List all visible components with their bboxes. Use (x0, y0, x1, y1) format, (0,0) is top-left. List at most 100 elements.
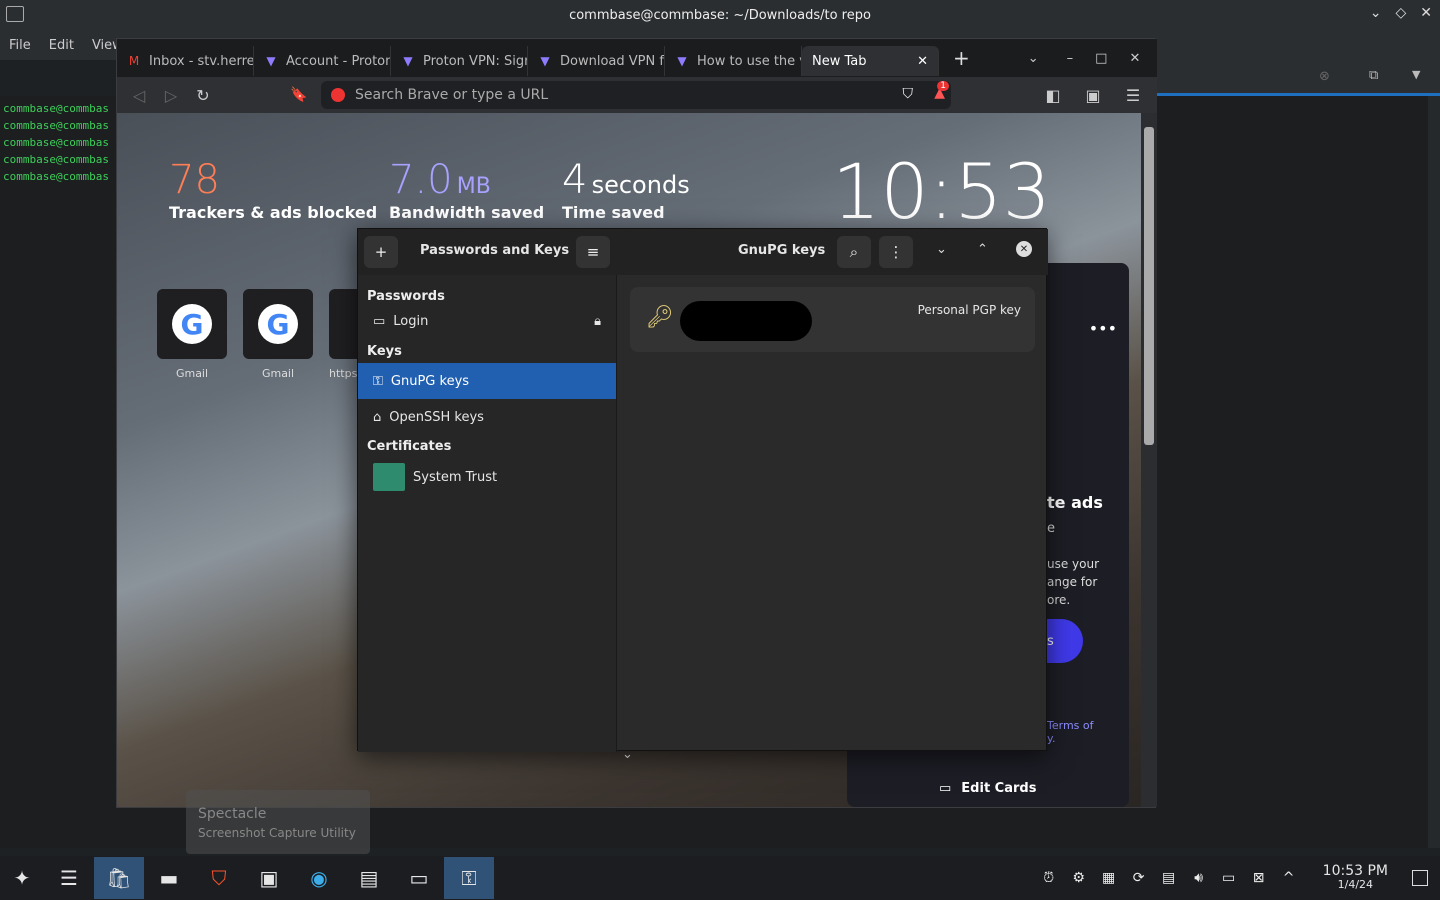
url-bar[interactable]: Search Brave or type a URL ⛉ ▲ 1 (321, 81, 951, 109)
clipboard-icon[interactable]: ▦ (1099, 868, 1119, 888)
update-icon[interactable]: ⟳ (1129, 868, 1149, 888)
menu-icon[interactable]: ☰ (1117, 81, 1149, 109)
notes-tray-icon[interactable]: ▤ (1159, 868, 1179, 888)
minimize-icon[interactable]: ⌄ (1370, 5, 1382, 21)
proton-icon: ▼ (540, 54, 550, 68)
menu-file[interactable]: File (9, 38, 31, 53)
top-site[interactable]: G Gmail (243, 289, 313, 380)
terminal-icon[interactable]: ▭ (394, 857, 444, 899)
menu-edit[interactable]: Edit (49, 38, 74, 53)
new-tab-icon[interactable]: ⧉ (1369, 68, 1378, 83)
maximize-icon[interactable]: □ (1095, 51, 1107, 66)
key-icon: ⚿ (373, 373, 383, 389)
tab-new-tab[interactable]: New Tab ✕ (802, 46, 939, 76)
tab-proton-vpn[interactable]: ▼ Proton VPN: Sign (391, 46, 528, 76)
scroll-thumb[interactable] (1144, 127, 1154, 445)
window-title: commbase@commbase: ~/Downloads/to repo (569, 7, 871, 23)
task-manager-icon[interactable]: ☰ (44, 857, 94, 899)
gmail-icon: M (128, 54, 140, 68)
folder-icon: ▭ (373, 313, 386, 329)
file-manager-icon[interactable]: ▬ (144, 857, 194, 899)
expand-tray-icon[interactable]: ^ (1279, 868, 1299, 888)
new-tab-button[interactable]: + (953, 46, 970, 70)
tab-proton-account[interactable]: ▼ Account - Proton (254, 46, 391, 76)
notes-icon[interactable]: ▤ (344, 857, 394, 899)
stat-bandwidth: 7.0 MB Bandwidth saved (389, 157, 545, 222)
dropdown-icon[interactable]: ▼ (1412, 68, 1420, 81)
key-icon: 🔑︎ (646, 305, 674, 330)
top-site[interactable]: G Gmail (157, 289, 227, 380)
ntp-clock: 10:53 (831, 147, 1051, 236)
show-desktop-icon[interactable] (1412, 870, 1428, 886)
hamburger-menu-icon[interactable]: ≡ (576, 236, 610, 268)
proton-icon: ▼ (677, 54, 687, 68)
terminal-tabbar: ⊗ ⧉ ▼ (1155, 60, 1440, 96)
alarm-icon[interactable]: ⏰︎ (1039, 868, 1059, 888)
kebab-menu-icon[interactable]: ⋮ (879, 236, 913, 268)
add-button[interactable]: + (364, 236, 398, 268)
sidebar-item-system-trust[interactable]: System Trust (358, 454, 616, 500)
close-icon[interactable]: ✕ (1129, 51, 1140, 66)
discover-icon[interactable]: 🛍︎ (94, 857, 144, 899)
reload-icon[interactable]: ↻ (187, 81, 219, 109)
bookmark-icon[interactable]: 🔖 (283, 81, 315, 109)
tab-how-to[interactable]: ▼ How to use the v (665, 46, 802, 76)
tab-search-icon[interactable]: ⌄ (1028, 51, 1039, 66)
network-icon[interactable]: ⊠ (1249, 868, 1269, 888)
close-tab-icon[interactable]: ⊗ (1319, 69, 1330, 84)
display-icon[interactable]: ▭ (1219, 868, 1239, 888)
dialog-header: + Passwords and Keys ≡ GnuPG keys ⌕ ⋮ ⌄ … (358, 229, 1048, 275)
sidebar-icon[interactable]: ◧ (1037, 81, 1069, 109)
sidebar-item-login[interactable]: ▭ Login 🔒︎ (358, 304, 616, 338)
brave-icon[interactable]: ⛉ (194, 857, 244, 899)
close-icon[interactable]: ✕ (1016, 241, 1032, 257)
minimize-icon[interactable]: ⌄ (936, 242, 947, 257)
minimize-icon[interactable]: – (1067, 51, 1074, 66)
edit-cards-icon: ▭ (939, 781, 952, 796)
maximize-icon[interactable]: ⌃ (977, 242, 988, 257)
terminal-icon (6, 6, 24, 22)
tab-gmail[interactable]: M Inbox - stv.herre (117, 46, 254, 76)
google-icon: G (258, 304, 298, 344)
section-keys: Keys (367, 344, 402, 359)
tab-download-vpn[interactable]: ▼ Download VPN f (528, 46, 665, 76)
proton-icon: ▼ (403, 54, 413, 68)
chevron-down-icon: ⌄ (622, 747, 633, 762)
spectacle-tooltip: Spectacle Screenshot Capture Utility (186, 790, 370, 854)
passwords-keys-icon[interactable]: ⚿ (444, 857, 494, 899)
proton-icon: ▼ (266, 54, 276, 68)
home-key-icon: ⌂ (373, 409, 382, 425)
url-placeholder: Search Brave or type a URL (355, 87, 549, 103)
system-tray: ⏰︎ ⚙ ▦ ⟳ ▤ 🔊︎ ▭ ⊠ ^ 10:53 PM 1/4/24 (1039, 856, 1440, 900)
tab-strip: M Inbox - stv.herre ▼ Account - Proton ▼ Pr… (117, 39, 1157, 77)
stat-time: 4 seconds Time saved (562, 157, 690, 222)
sidebar-item-openssh[interactable]: ⌂ OpenSSH keys (358, 399, 616, 435)
close-icon[interactable]: ✕ (1420, 5, 1432, 21)
search-icon[interactable]: ⌕ (837, 236, 871, 268)
volume-icon[interactable]: 🔊︎ (1189, 868, 1209, 888)
terminal-scrollbar[interactable] (1428, 96, 1440, 848)
key-list-item[interactable]: 🔑︎ Personal PGP key (630, 287, 1035, 352)
sidebar: Passwords ▭ Login 🔒︎ Keys ⚿ GnuPG keys ⌂ Op… (358, 275, 617, 752)
digital-clock[interactable]: 10:53 PM 1/4/24 (1323, 864, 1388, 892)
wallet-icon[interactable]: ▣ (1077, 81, 1109, 109)
app-launcher-icon[interactable]: ✦ (0, 857, 44, 899)
section-certificates: Certificates (367, 439, 452, 454)
maximize-icon[interactable]: ◇ (1395, 5, 1406, 21)
top-site[interactable]: https (329, 289, 359, 380)
brave-shields-icon[interactable]: ⛉ (903, 86, 914, 102)
spectacle-icon[interactable]: ▣ (244, 857, 294, 899)
browser-icon[interactable]: ◉ (294, 857, 344, 899)
more-icon[interactable]: ••• (1089, 319, 1117, 338)
page-scrollbar[interactable] (1141, 113, 1157, 807)
kde-connect-icon[interactable]: ⚙ (1069, 868, 1089, 888)
edit-cards-button[interactable]: ▭ Edit Cards (939, 781, 1036, 796)
back-icon[interactable]: ◁ (123, 81, 155, 109)
sidebar-item-gnupg[interactable]: ⚿ GnuPG keys (358, 363, 616, 399)
forward-icon[interactable]: ▷ (155, 81, 187, 109)
key-type-label: Personal PGP key (917, 303, 1021, 317)
close-tab-icon[interactable]: ✕ (917, 54, 928, 69)
google-icon: G (172, 304, 212, 344)
certificate-icon (373, 463, 405, 491)
lock-icon: 🔒︎ (594, 313, 601, 329)
